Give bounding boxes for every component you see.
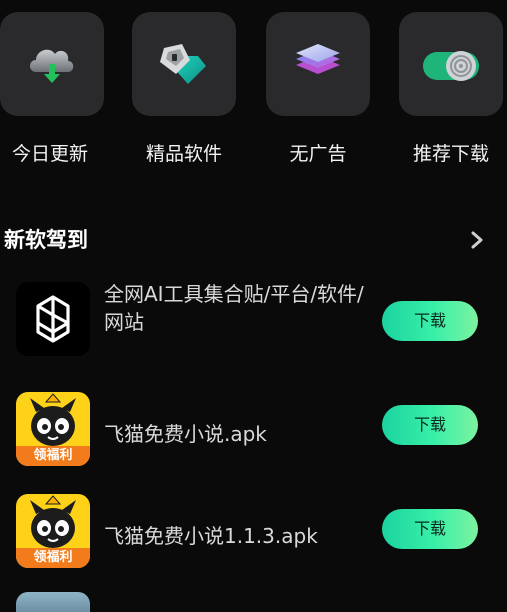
- app-list-item[interactable]: 领福利 飞猫免费小说.apk 下载: [0, 390, 507, 474]
- app-icon-partial[interactable]: [16, 592, 90, 612]
- download-button[interactable]: 下载: [382, 405, 478, 445]
- section-header: 新软驾到: [0, 222, 507, 258]
- category-label: 今日更新: [11, 143, 88, 165]
- chevron-right-icon[interactable]: [469, 230, 485, 250]
- app-name: 全网AI工具集合贴/平台/软件/网站: [104, 282, 364, 334]
- gem-icon: [160, 44, 206, 84]
- section-title: 新软驾到: [4, 228, 88, 252]
- app-name: 飞猫免费小说1.1.3.apk: [104, 524, 318, 548]
- category-tile[interactable]: [0, 12, 104, 116]
- category-label: 无广告: [289, 143, 347, 165]
- badge-label: 领福利: [16, 548, 90, 568]
- category-grid: 今日更新 精品软件 无广告 推荐下载: [0, 12, 507, 182]
- category-tile[interactable]: [399, 12, 503, 116]
- app-list-item[interactable]: 全网AI工具集合贴/平台/软件/网站 下载: [0, 280, 507, 364]
- category-tile[interactable]: [132, 12, 236, 116]
- category-today-update[interactable]: 今日更新: [0, 12, 110, 182]
- cloud-download-icon: [30, 49, 74, 83]
- category-recommended[interactable]: 推荐下载: [391, 12, 507, 182]
- category-label: 精品软件: [145, 143, 222, 165]
- category-no-ads[interactable]: 无广告: [258, 12, 378, 182]
- openai-logo-icon[interactable]: [16, 282, 90, 356]
- category-label: 推荐下载: [412, 143, 489, 165]
- category-premium-software[interactable]: 精品软件: [124, 12, 244, 182]
- feimao-cat-icon[interactable]: 领福利: [16, 494, 90, 568]
- toggle-target-icon: [423, 51, 479, 81]
- app-name: 飞猫免费小说.apk: [104, 422, 267, 446]
- app-list-item[interactable]: 领福利 飞猫免费小说1.1.3.apk 下载: [0, 492, 507, 576]
- download-button[interactable]: 下载: [382, 301, 478, 341]
- feimao-cat-icon[interactable]: 领福利: [16, 392, 90, 466]
- download-button[interactable]: 下载: [382, 509, 478, 549]
- layers-icon: [296, 44, 340, 74]
- category-tile[interactable]: [266, 12, 370, 116]
- badge-label: 领福利: [16, 446, 90, 466]
